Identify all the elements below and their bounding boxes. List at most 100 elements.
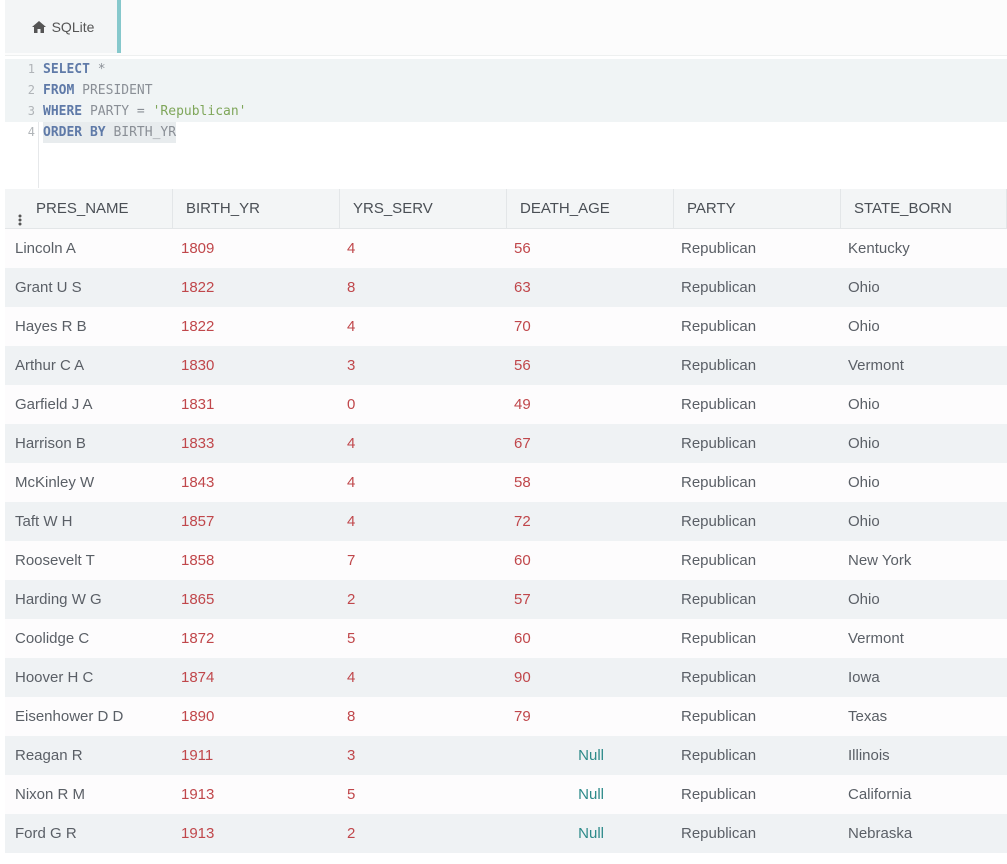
table-cell[interactable]: 3 — [347, 736, 355, 775]
table-row[interactable]: McKinley W 1843 4 58 Republican Ohio — [5, 463, 1007, 502]
table-row[interactable]: Eisenhower D D 1890 8 79 Republican Texas — [5, 697, 1007, 736]
table-cell[interactable]: 58 — [514, 463, 531, 502]
table-cell[interactable]: 56 — [514, 229, 531, 268]
table-cell[interactable]: 1833 — [181, 424, 214, 463]
table-row[interactable]: Garfield J A 1831 0 49 Republican Ohio — [5, 385, 1007, 424]
table-cell[interactable]: 0 — [347, 385, 355, 424]
table-cell[interactable]: 1809 — [181, 229, 214, 268]
table-cell[interactable]: 5 — [347, 775, 355, 814]
table-cell[interactable]: 67 — [514, 424, 531, 463]
table-cell[interactable]: Nixon R M — [15, 775, 85, 814]
table-cell[interactable]: 1831 — [181, 385, 214, 424]
table-cell[interactable]: 3 — [347, 346, 355, 385]
table-row[interactable]: Roosevelt T 1858 7 60 Republican New York — [5, 541, 1007, 580]
table-cell[interactable]: Republican — [681, 424, 756, 463]
table-cell[interactable]: Null — [507, 814, 604, 853]
table-cell[interactable]: 1822 — [181, 268, 214, 307]
table-cell[interactable]: Taft W H — [15, 502, 73, 541]
table-cell[interactable]: 4 — [347, 658, 355, 697]
table-cell[interactable]: Harrison B — [15, 424, 86, 463]
table-cell[interactable]: 79 — [514, 697, 531, 736]
table-row[interactable]: Lincoln A 1809 4 56 Republican Kentucky — [5, 229, 1007, 268]
table-cell[interactable]: Ohio — [848, 307, 880, 346]
table-cell[interactable]: Garfield J A — [15, 385, 93, 424]
table-cell[interactable]: 2 — [347, 580, 355, 619]
table-cell[interactable]: 1911 — [181, 736, 213, 775]
table-cell[interactable]: Roosevelt T — [15, 541, 95, 580]
table-row[interactable]: Reagan R 1911 3 Null Republican Illinois — [5, 736, 1007, 775]
table-cell[interactable]: 60 — [514, 541, 531, 580]
table-cell[interactable]: Arthur C A — [15, 346, 84, 385]
table-cell[interactable]: 8 — [347, 697, 355, 736]
table-cell[interactable]: McKinley W — [15, 463, 94, 502]
column-header-yrs-serv[interactable]: YRS_SERV — [340, 189, 507, 228]
table-cell[interactable]: Republican — [681, 229, 756, 268]
table-cell[interactable]: Illinois — [848, 736, 890, 775]
code-line[interactable]: 4 ORDER BY BIRTH_YR — [5, 122, 185, 143]
table-cell[interactable]: Republican — [681, 541, 756, 580]
table-cell[interactable]: Grant U S — [15, 268, 82, 307]
table-cell[interactable]: Eisenhower D D — [15, 697, 123, 736]
table-cell[interactable]: Ohio — [848, 268, 880, 307]
column-header-pres-name[interactable]: PRES_NAME — [5, 189, 173, 228]
table-cell[interactable]: Ohio — [848, 424, 880, 463]
column-header-death-age[interactable]: DEATH_AGE — [507, 189, 674, 228]
table-cell[interactable]: Republican — [681, 697, 756, 736]
table-cell[interactable]: 7 — [347, 541, 355, 580]
table-cell[interactable]: Republican — [681, 307, 756, 346]
table-cell[interactable]: Republican — [681, 580, 756, 619]
table-cell[interactable]: 1890 — [181, 697, 214, 736]
table-cell[interactable]: 56 — [514, 346, 531, 385]
table-cell[interactable]: 4 — [347, 463, 355, 502]
table-cell[interactable]: 1858 — [181, 541, 214, 580]
table-cell[interactable]: Harding W G — [15, 580, 102, 619]
table-cell[interactable]: Republican — [681, 385, 756, 424]
table-row[interactable]: Hayes R B 1822 4 70 Republican Ohio — [5, 307, 1007, 346]
table-cell[interactable]: Ford G R — [15, 814, 77, 853]
table-cell[interactable]: Ohio — [848, 502, 880, 541]
table-cell[interactable]: 72 — [514, 502, 531, 541]
table-row[interactable]: Ford G R 1913 2 Null Republican Nebraska — [5, 814, 1007, 853]
table-cell[interactable]: 90 — [514, 658, 531, 697]
table-cell[interactable]: Vermont — [848, 346, 904, 385]
table-cell[interactable]: Republican — [681, 502, 756, 541]
table-cell[interactable]: 4 — [347, 229, 355, 268]
table-cell[interactable]: 1913 — [181, 814, 214, 853]
table-row[interactable]: Coolidge C 1872 5 60 Republican Vermont — [5, 619, 1007, 658]
table-cell[interactable]: Null — [507, 775, 604, 814]
table-cell[interactable]: California — [848, 775, 911, 814]
table-row[interactable]: Grant U S 1822 8 63 Republican Ohio — [5, 268, 1007, 307]
table-cell[interactable]: 57 — [514, 580, 531, 619]
column-header-state-born[interactable]: STATE_BORN — [841, 189, 1007, 228]
table-cell[interactable]: 8 — [347, 268, 355, 307]
column-header-party[interactable]: PARTY — [674, 189, 841, 228]
table-cell[interactable]: Republican — [681, 268, 756, 307]
table-cell[interactable]: Kentucky — [848, 229, 910, 268]
table-cell[interactable]: 1822 — [181, 307, 214, 346]
table-cell[interactable]: 1872 — [181, 619, 214, 658]
table-cell[interactable]: Texas — [848, 697, 887, 736]
table-cell[interactable]: 4 — [347, 307, 355, 346]
table-cell[interactable]: 60 — [514, 619, 531, 658]
code-line[interactable]: 1 SELECT * — [5, 59, 1007, 80]
table-cell[interactable]: Nebraska — [848, 814, 912, 853]
table-cell[interactable]: Republican — [681, 463, 756, 502]
table-cell[interactable]: Ohio — [848, 463, 880, 502]
table-cell[interactable]: Republican — [681, 346, 756, 385]
table-cell[interactable]: Republican — [681, 736, 756, 775]
code-line[interactable]: 2 FROM PRESIDENT — [5, 80, 1007, 101]
table-cell[interactable]: Hayes R B — [15, 307, 87, 346]
table-cell[interactable]: 1857 — [181, 502, 214, 541]
table-cell[interactable]: Hoover H C — [15, 658, 93, 697]
table-cell[interactable]: Ohio — [848, 385, 880, 424]
table-cell[interactable]: 5 — [347, 619, 355, 658]
table-cell[interactable]: 4 — [347, 424, 355, 463]
table-cell[interactable]: 2 — [347, 814, 355, 853]
sql-editor[interactable]: 1 SELECT * 2 FROM PRESIDENT 3 WHERE PARTY = '… — [5, 59, 1007, 188]
table-cell[interactable]: Republican — [681, 814, 756, 853]
table-cell[interactable]: Reagan R — [15, 736, 83, 775]
table-cell[interactable]: 1830 — [181, 346, 214, 385]
table-cell[interactable]: Ohio — [848, 580, 880, 619]
drag-handle-icon[interactable] — [18, 202, 22, 226]
table-cell[interactable]: 70 — [514, 307, 531, 346]
